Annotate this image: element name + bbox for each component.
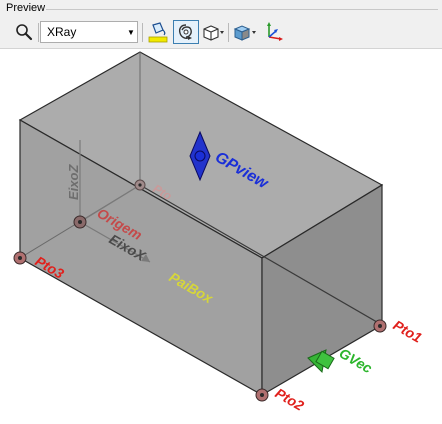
point-pto1[interactable]	[373, 319, 387, 333]
chevron-down-icon: ▼	[127, 27, 135, 37]
point-pto[interactable]	[134, 179, 146, 191]
render-mode-select[interactable]: XRay ▼	[40, 21, 138, 43]
gvec-label: GVec	[337, 345, 376, 377]
axes-triad-icon	[267, 22, 283, 41]
preview-toolbar: XRay ▼	[0, 17, 442, 49]
preview-panel-header: Preview	[0, 0, 442, 17]
pto1-label: Pto1	[391, 317, 425, 346]
fill-color-button[interactable]	[146, 20, 170, 44]
point-pto2[interactable]	[255, 388, 269, 402]
display-mode-button[interactable]	[232, 20, 258, 44]
toolbar-separator	[38, 23, 39, 42]
pto2-label: Pto2	[273, 385, 307, 414]
cube-view-icon	[203, 25, 224, 41]
view-cube-button[interactable]	[201, 20, 225, 44]
preview-viewport[interactable]: GPview Pto Origem EixoX EixoZ Pto3 PaiBo…	[0, 49, 442, 419]
toolbar-separator	[142, 23, 143, 42]
toolbar-separator	[228, 23, 229, 42]
render-mode-value: XRay	[47, 25, 77, 39]
gpview-center	[194, 150, 206, 162]
panel-title: Preview	[6, 2, 46, 14]
zoom-button[interactable]	[12, 20, 36, 44]
axes-toggle-button[interactable]	[262, 20, 284, 44]
header-divider	[46, 9, 438, 10]
eixo-z-label: EixoZ	[66, 164, 81, 200]
display-mode-cube-icon	[233, 25, 256, 41]
viewport-scene: GPview Pto Origem EixoX EixoZ Pto3 PaiBo…	[13, 51, 425, 414]
point-origin[interactable]	[73, 215, 87, 229]
fill-color-bucket-icon	[148, 22, 168, 43]
point-pto3[interactable]	[13, 251, 27, 265]
zoom-magnifier-icon	[16, 24, 33, 41]
rotate-view-icon	[178, 24, 192, 40]
rotate-view-button[interactable]	[173, 20, 199, 44]
